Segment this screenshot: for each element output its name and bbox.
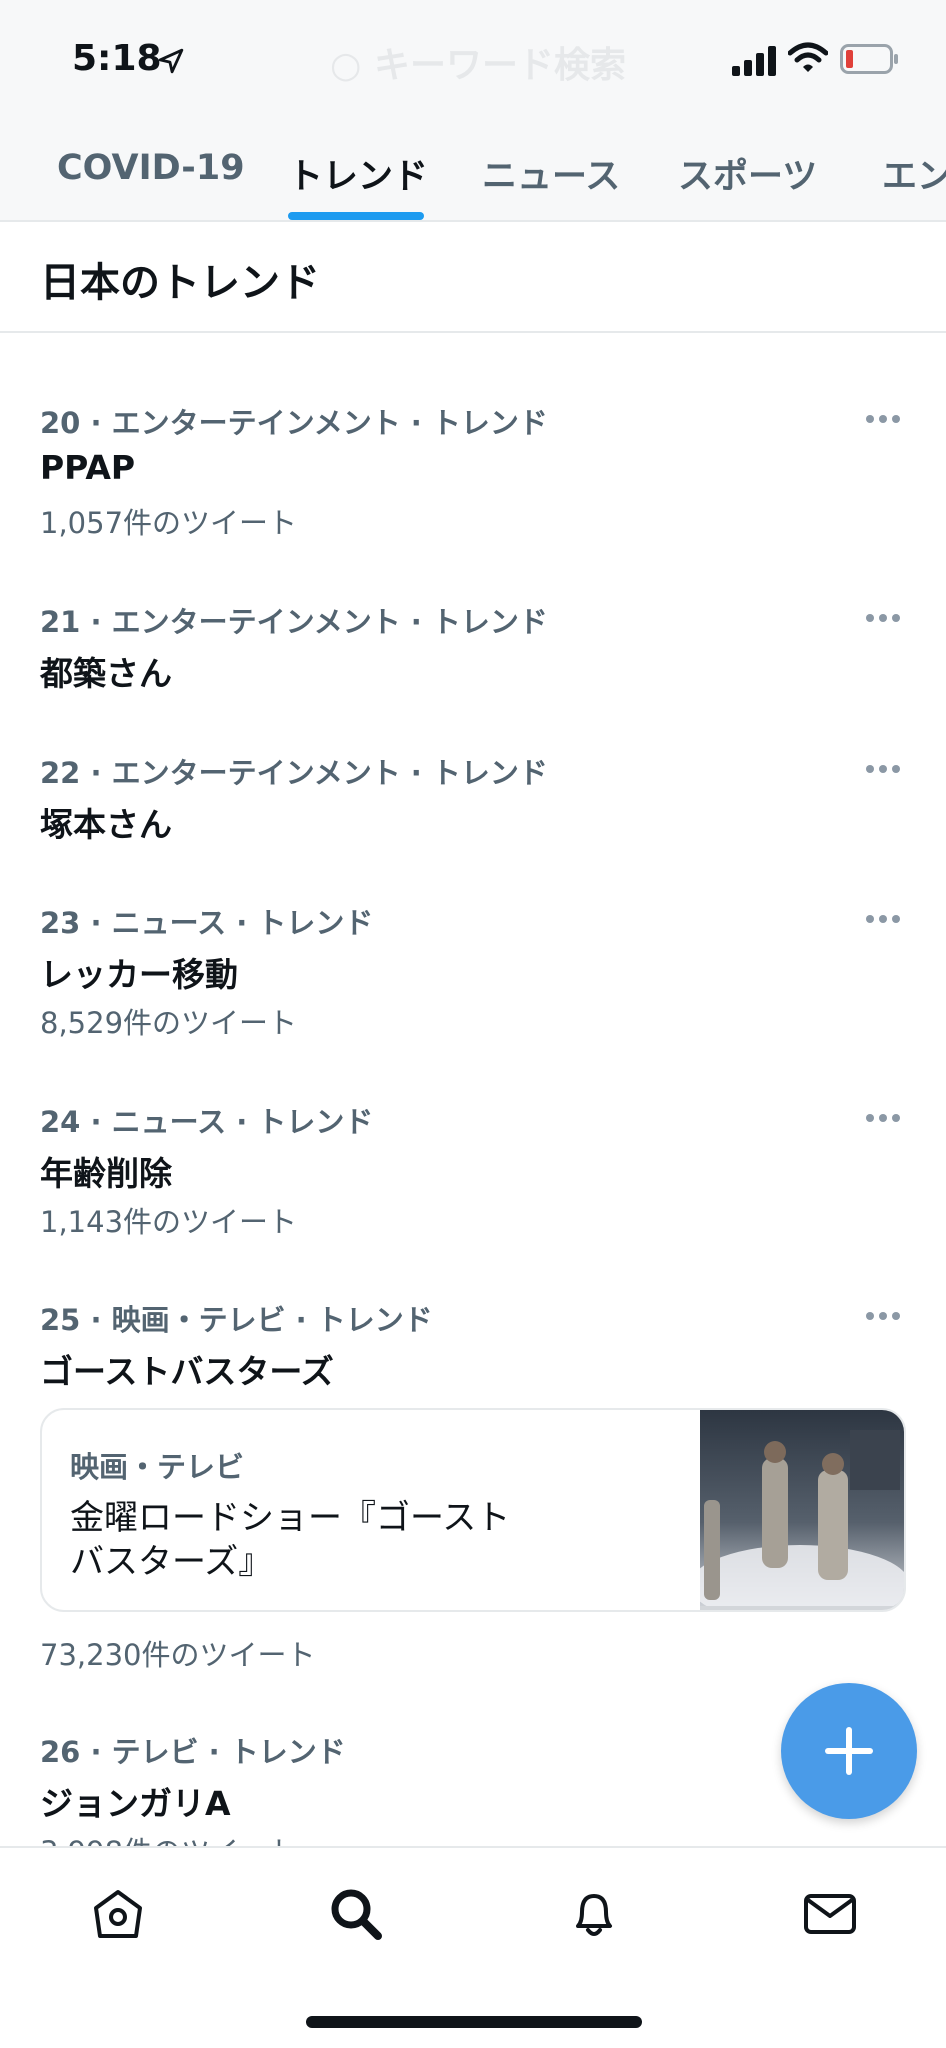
trend-meta: 24 · ニュース · トレンド [40, 1105, 374, 1139]
more-options-icon[interactable] [866, 908, 906, 928]
trend-name: 都築さん [40, 654, 172, 693]
trend-name: ゴーストバスターズ [40, 1352, 334, 1391]
trend-tweet-count: 1,057件のツイート [40, 506, 298, 540]
trend-item[interactable]: 20 · エンターテインメント · トレンド PPAP 1,057件のツイート [0, 400, 946, 540]
compose-tweet-button[interactable] [781, 1683, 917, 1819]
trend-meta: 26 · テレビ · トレンド [40, 1735, 346, 1769]
more-options-icon[interactable] [866, 1305, 906, 1325]
trend-name: 塚本さん [40, 805, 172, 844]
mail-icon[interactable] [800, 1884, 860, 1944]
divider [0, 331, 946, 333]
home-indicator [306, 2016, 642, 2028]
location-arrow-icon [158, 48, 184, 74]
search-placeholder: キーワード検索 [373, 45, 626, 86]
news-card-headline: 金曜ロードショー『ゴーストバスターズ』 [70, 1498, 511, 1582]
trend-name: ジョンガリA [40, 1784, 231, 1823]
tab-entertainment[interactable]: エン [882, 148, 946, 199]
trend-meta: 25 · 映画・テレビ · トレンド [40, 1303, 433, 1337]
more-options-icon[interactable] [866, 1107, 906, 1127]
trend-meta: 23 · ニュース · トレンド [40, 906, 374, 940]
trend-item[interactable]: 23 · ニュース · トレンド レッカー移動 8,529件のツイート [0, 900, 946, 1040]
bell-icon[interactable] [564, 1884, 624, 1944]
trend-meta: 20 · エンターテインメント · トレンド [40, 406, 548, 440]
trend-meta: 22 · エンターテインメント · トレンド [40, 756, 548, 790]
tab-bar: COVID-19 トレンド ニュース スポーツ エン [0, 130, 946, 222]
trend-item[interactable]: 24 · ニュース · トレンド 年齢削除 1,143件のツイート [0, 1099, 946, 1239]
tab-news[interactable]: ニュース [482, 148, 620, 199]
trend-tweet-count: 8,529件のツイート [40, 1006, 298, 1040]
section-title: 日本のトレンド [40, 260, 320, 306]
news-card[interactable]: 映画・テレビ 金曜ロードショー『ゴーストバスターズ』 [40, 1408, 906, 1612]
trend-name: PPAP [40, 448, 136, 487]
search-input[interactable]: ○ キーワード検索 [330, 36, 626, 88]
trend-item[interactable]: 21 · エンターテインメント · トレンド 都築さん [0, 599, 946, 699]
search-icon[interactable] [326, 1884, 386, 1944]
active-tab-indicator [288, 212, 424, 220]
cellular-signal-icon [732, 46, 776, 76]
tab-sports[interactable]: スポーツ [678, 148, 817, 199]
news-card-thumbnail [700, 1410, 904, 1610]
trend-name: レッカー移動 [40, 955, 238, 994]
home-icon[interactable] [88, 1884, 148, 1944]
trend-tweet-count: 3,998件のツイート [40, 1829, 297, 1846]
more-options-icon[interactable] [866, 408, 906, 428]
search-icon: ○ [330, 45, 374, 86]
battery-icon [840, 44, 898, 74]
bottom-nav [0, 1846, 946, 2048]
trend-tweet-count: 73,230件のツイート [40, 1638, 316, 1672]
trend-item[interactable]: 25 · 映画・テレビ · トレンド ゴーストバスターズ [0, 1297, 946, 1397]
news-card-category: 映画・テレビ [70, 1450, 245, 1484]
more-options-icon[interactable] [866, 758, 906, 778]
wifi-icon [788, 42, 828, 72]
tab-covid-19[interactable]: COVID-19 [57, 148, 245, 188]
plus-icon [825, 1727, 873, 1775]
trend-meta: 21 · エンターテインメント · トレンド [40, 605, 548, 639]
trend-tweet-count: 1,143件のツイート [40, 1205, 298, 1239]
tab-trends[interactable]: トレンド [288, 148, 428, 199]
status-time: 5:18 [72, 38, 162, 79]
header: 5:18 ○ キーワード検索 COVID-19 トレンド ニュース スポーツ エ… [0, 0, 946, 222]
more-options-icon[interactable] [866, 607, 906, 627]
trend-name: 年齢削除 [40, 1154, 172, 1193]
trend-item[interactable]: 22 · エンターテインメント · トレンド 塚本さん [0, 750, 946, 850]
